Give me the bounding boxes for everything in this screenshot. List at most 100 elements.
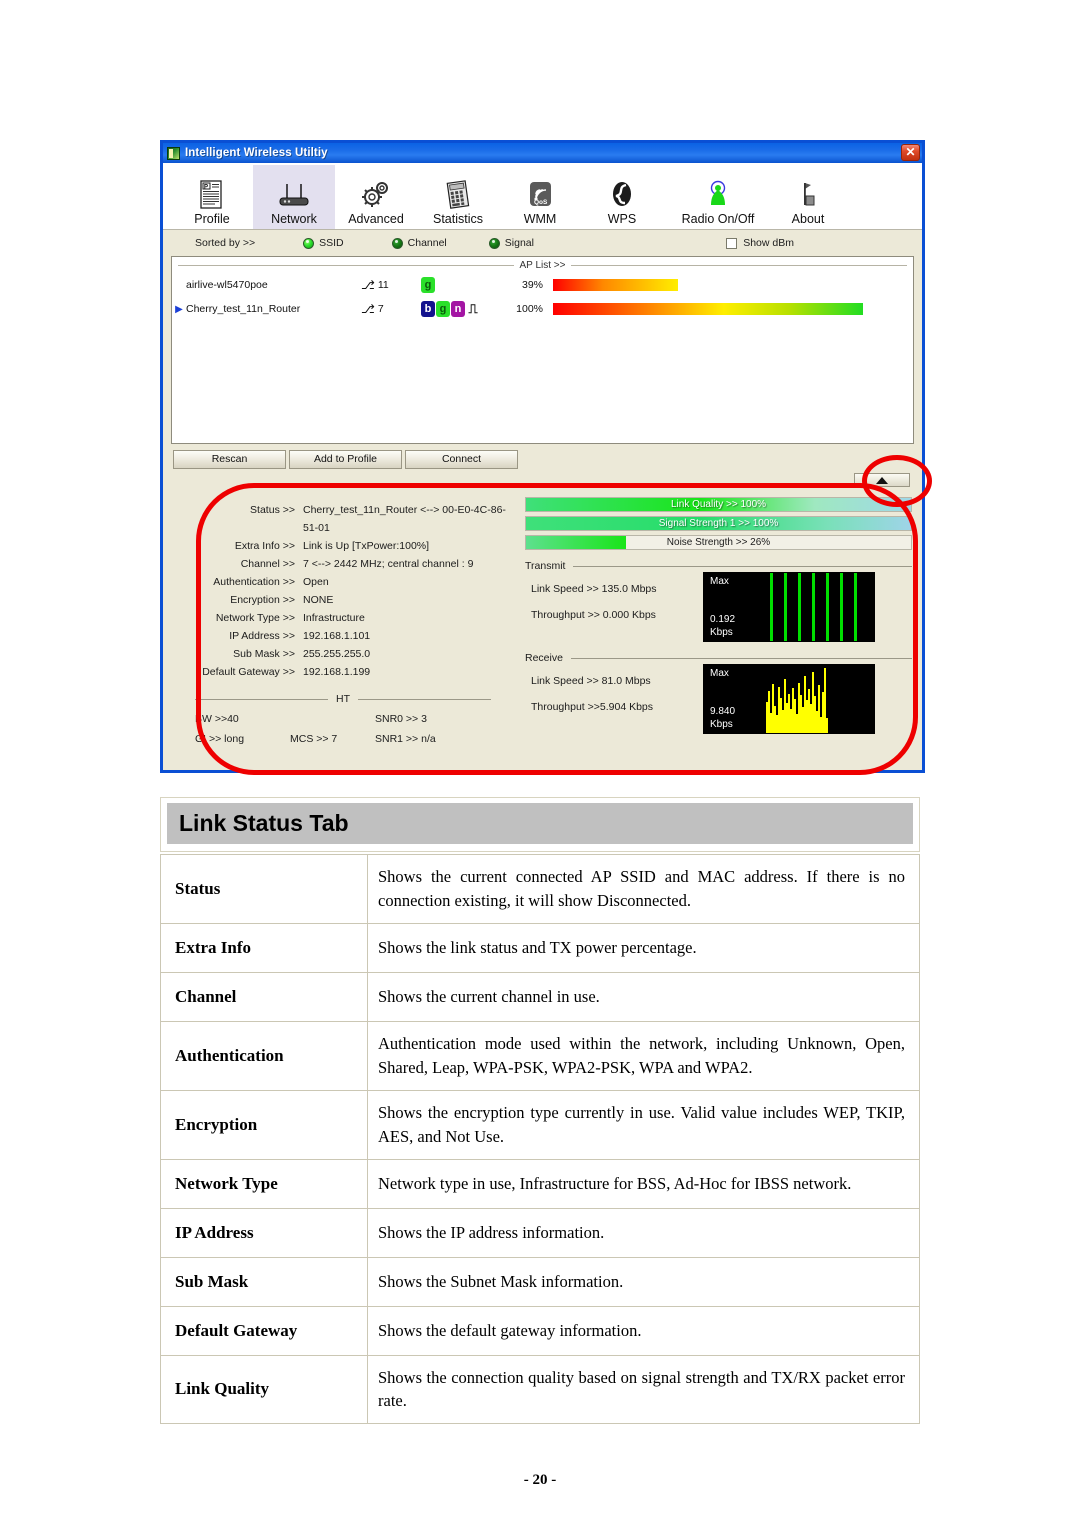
- row-key: Link Quality: [161, 1355, 368, 1424]
- profile-document-icon: P: [199, 176, 225, 210]
- ap-mode-badges: g: [421, 277, 499, 293]
- row-key: Channel: [161, 972, 368, 1021]
- tab-advanced-label: Advanced: [348, 212, 404, 226]
- row-description: Shows the link status and TX power perce…: [368, 923, 920, 972]
- signal-strength-label: Signal Strength 1 >> 100%: [526, 517, 911, 530]
- field-key: Channel >>: [167, 555, 303, 573]
- receive-graph-unit: Kbps: [710, 719, 733, 730]
- ap-signal-bar: [553, 279, 678, 291]
- wireless-utility-window: Intelligent Wireless Utiltiy ✕ P Pro: [160, 140, 925, 773]
- calculator-icon: [444, 176, 472, 210]
- row-key: Authentication: [161, 1021, 368, 1090]
- mode-badge-g-icon: g: [436, 301, 450, 317]
- window-titlebar[interactable]: Intelligent Wireless Utiltiy ✕: [163, 143, 922, 163]
- tab-radio-on-off[interactable]: Radio On/Off: [663, 165, 773, 229]
- table-row: Extra Info Shows the link status and TX …: [161, 923, 920, 972]
- link-status-row: Default Gateway >> 192.168.1.199: [167, 663, 517, 681]
- ht-row: GI >> long MCS >> 7 SNR1 >> n/a: [167, 729, 517, 749]
- channel-plug-icon: ⎇: [361, 278, 375, 292]
- tab-about[interactable]: About: [773, 165, 843, 229]
- sort-option-ssid[interactable]: SSID: [303, 237, 344, 249]
- tab-profile[interactable]: P Profile: [171, 165, 253, 229]
- link-quality-label: Link Quality >> 100%: [526, 498, 911, 511]
- field-value: 7 <--> 2442 MHz; central channel : 9: [303, 555, 517, 573]
- sort-option-channel-label: Channel: [408, 237, 447, 249]
- noise-strength-bar: Noise Strength >> 26%: [525, 535, 912, 550]
- wps-globe-icon: [608, 176, 636, 210]
- row-key: Status: [161, 855, 368, 924]
- ap-list-row[interactable]: airlive-wl5470poe ⎇ 11 g 39%: [172, 273, 913, 297]
- receive-graph-max: Max: [710, 668, 729, 679]
- link-status-row: Channel >> 7 <--> 2442 MHz; central chan…: [167, 555, 517, 573]
- sort-option-signal[interactable]: Signal: [489, 237, 534, 249]
- row-key: Default Gateway: [161, 1306, 368, 1355]
- receive-graph-value: 9.840: [710, 706, 735, 717]
- sort-option-ssid-label: SSID: [319, 237, 344, 249]
- row-description: Shows the encryption type currently in u…: [368, 1090, 920, 1159]
- row-description: Shows the default gateway information.: [368, 1306, 920, 1355]
- ap-channel-value: 11: [378, 279, 389, 291]
- tab-statistics-label: Statistics: [433, 212, 483, 226]
- tab-advanced[interactable]: Advanced: [335, 165, 417, 229]
- link-status-row: Network Type >> Infrastructure: [167, 609, 517, 627]
- field-value: 192.168.1.199: [303, 663, 517, 681]
- signal-strength-bar: Signal Strength 1 >> 100%: [525, 516, 912, 531]
- mode-badge-g-icon: g: [421, 277, 435, 293]
- tab-wmm[interactable]: QoS WMM: [499, 165, 581, 229]
- table-row: IP Address Shows the IP address informat…: [161, 1208, 920, 1257]
- row-selector-arrow-icon: ▶: [172, 304, 186, 315]
- receive-body: Link Speed >> 81.0 Mbps Throughput >>5.9…: [525, 664, 912, 734]
- add-to-profile-button[interactable]: Add to Profile: [289, 450, 402, 469]
- table-row: Sub Mask Shows the Subnet Mask informati…: [161, 1257, 920, 1306]
- tab-wps-label: WPS: [608, 212, 636, 226]
- tab-radio-label: Radio On/Off: [682, 212, 755, 226]
- receive-throughput: Throughput >>5.904 Kbps: [525, 694, 703, 720]
- app-leaf-icon: [167, 147, 180, 160]
- rescan-button[interactable]: Rescan: [173, 450, 286, 469]
- tab-profile-label: Profile: [194, 212, 229, 226]
- tab-network[interactable]: Network: [253, 165, 335, 229]
- receive-link-speed: Link Speed >> 81.0 Mbps: [525, 668, 703, 694]
- ht-section-divider: HT: [187, 693, 499, 705]
- page-number: - 20 -: [0, 1472, 1080, 1489]
- link-status-row: Extra Info >> Link is Up [TxPower:100%]: [167, 537, 517, 555]
- tab-wps[interactable]: WPS: [581, 165, 663, 229]
- ap-channel-value: 7: [378, 303, 384, 315]
- ht-row: BW >>40 SNR0 >> 3: [167, 709, 517, 729]
- ap-list-panel: AP List >> airlive-wl5470poe ⎇ 11 g 39% …: [171, 256, 914, 444]
- field-value: 255.255.255.0: [303, 645, 517, 663]
- transmit-graph-unit: Kbps: [710, 627, 733, 638]
- field-key: Encryption >>: [167, 591, 303, 609]
- receive-section-title: Receive: [525, 652, 912, 664]
- ht-gi: GI >> long: [195, 729, 290, 749]
- field-value: Cherry_test_11n_Router <--> 00-E0-4C-86-…: [303, 501, 517, 537]
- field-key: Extra Info >>: [167, 537, 303, 555]
- link-status-row: Encryption >> NONE: [167, 591, 517, 609]
- noise-strength-label: Noise Strength >> 26%: [526, 536, 911, 549]
- transmit-graph: Max 0.192 Kbps: [703, 572, 875, 642]
- ap-mode-badges: b g n ⎍: [421, 301, 499, 317]
- link-status-row: IP Address >> 192.168.1.101: [167, 627, 517, 645]
- about-flag-icon: [795, 176, 821, 210]
- close-icon[interactable]: ✕: [901, 144, 920, 161]
- svg-text:P: P: [204, 185, 208, 191]
- connect-button[interactable]: Connect: [405, 450, 518, 469]
- ap-list-row[interactable]: ▶ Cherry_test_11n_Router ⎇ 7 b g n ⎍ 100…: [172, 297, 913, 321]
- mode-badge-b-icon: b: [421, 301, 435, 317]
- channel-plug-icon: ⎇: [361, 302, 375, 316]
- field-value: NONE: [303, 591, 517, 609]
- sort-option-channel[interactable]: Channel: [392, 237, 447, 249]
- field-value: Open: [303, 573, 517, 591]
- link-status-fields: Status >> Cherry_test_11n_Router <--> 00…: [167, 501, 517, 749]
- show-dbm-checkbox[interactable]: Show dBm: [726, 237, 794, 249]
- checkbox-unchecked-icon: [726, 238, 737, 249]
- ap-list-header: AP List >>: [172, 257, 913, 273]
- row-key: Encryption: [161, 1090, 368, 1159]
- transmit-graph-value: 0.192: [710, 614, 735, 625]
- mode-badge-n-icon: n: [451, 301, 465, 317]
- tab-wmm-label: WMM: [524, 212, 557, 226]
- mode-badge-turbo-icon: ⎍: [466, 301, 480, 317]
- tab-statistics[interactable]: Statistics: [417, 165, 499, 229]
- table-row: Authentication Authentication mode used …: [161, 1021, 920, 1090]
- table-row: Network Type Network type in use, Infras…: [161, 1159, 920, 1208]
